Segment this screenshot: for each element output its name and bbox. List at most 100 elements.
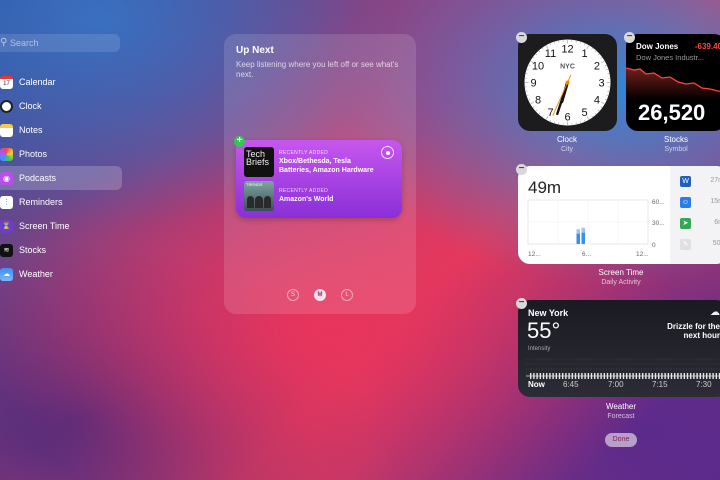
remove-widget-button[interactable]: − <box>516 298 527 309</box>
search-field[interactable]: ⚲ <box>0 34 120 52</box>
widget-sub: Forecast <box>607 413 635 420</box>
app-usage-row: ✎ 50s <box>678 239 720 251</box>
panel-title: Up Next <box>236 45 274 56</box>
widget-sub: City <box>560 146 574 153</box>
size-medium-button[interactable]: M <box>314 289 326 301</box>
add-widget-button[interactable]: + <box>234 136 245 147</box>
clock-face: 1234567891011 12NYC <box>524 39 611 126</box>
app-usage-time: 6m <box>714 219 720 226</box>
widget-name: Clock <box>556 135 577 144</box>
widget-sub: Daily Activity <box>601 279 641 286</box>
sidebar-item-photos[interactable]: Photos <box>0 142 122 166</box>
precipitation-bar <box>616 373 618 379</box>
done-button[interactable]: Done <box>605 433 637 447</box>
clock-widget[interactable]: 1 2 3 4 5 6 7 8 9 10 11 12 NYC <box>518 34 617 131</box>
precipitation-bar <box>702 373 705 379</box>
sidebar-item-label: Stocks <box>19 245 47 255</box>
precipitation-bar <box>715 373 717 379</box>
precipitation-bar <box>568 373 570 379</box>
precipitation-bar <box>574 373 577 379</box>
y-axis-label: 60... <box>652 199 665 206</box>
precipitation-bar <box>610 373 612 379</box>
clock-numeral: 2 <box>594 61 600 73</box>
precipitation-bar <box>533 373 535 379</box>
textedit-icon: ✎ <box>680 239 691 250</box>
sidebar-item-screen-time[interactable]: ⌛ Screen Time <box>0 214 122 238</box>
precipitation-bar <box>654 373 657 379</box>
stocks-icon: ≋ <box>0 243 13 257</box>
precipitation-bar <box>674 373 676 379</box>
precipitation-bar <box>622 373 625 379</box>
precipitation-bar <box>645 373 647 379</box>
usage-bar-segment <box>581 227 585 233</box>
stocks-caption: Stocks Symbol <box>626 135 720 155</box>
podcasts-widget[interactable]: Tech Briefs RECENTLY ADDED Xbox/Bethesda… <box>236 140 402 218</box>
clock-numeral: 1 <box>581 48 587 60</box>
search-input[interactable] <box>10 36 110 50</box>
sidebar-item-label: Calendar <box>19 77 56 87</box>
clock-numeral: 12 <box>561 44 573 56</box>
weather-city: New York <box>528 308 569 318</box>
size-large-button[interactable]: L <box>341 289 353 301</box>
precipitation-bar <box>677 373 679 379</box>
screen-time-chart: 60...30...012... 6... 12... <box>527 199 665 258</box>
episode-tag: RECENTLY ADDED <box>279 188 329 194</box>
precipitation-bar <box>635 373 637 379</box>
widget-sub: Symbol <box>664 146 688 153</box>
precipitation-bar <box>590 373 593 379</box>
sidebar-item-notes[interactable]: Notes <box>0 118 122 142</box>
usage-bar-segment <box>576 229 580 234</box>
screen-time-widget[interactable]: 49m 60...30...012...6...12... W27m☺15m➤6… <box>518 166 720 264</box>
podcast-artwork: Tech Briefs <box>244 147 274 177</box>
screen-time-total: 49m <box>528 178 562 197</box>
maps-icon: ➤ <box>680 218 691 229</box>
sidebar-item-stocks[interactable]: ≋ Stocks <box>0 238 122 262</box>
remove-widget-button[interactable]: − <box>516 32 527 43</box>
intensity-label: Intensity <box>528 346 551 352</box>
stock-name: Dow Jones <box>636 42 679 51</box>
podcasts-icon: ◉ <box>0 171 13 185</box>
precipitation-bar <box>683 373 685 379</box>
x-axis-label: 6... <box>582 251 591 258</box>
precipitation-bar <box>613 373 615 379</box>
precipitation-bar <box>562 373 564 379</box>
precipitation-bar <box>712 373 714 379</box>
time-label: Now <box>528 380 545 389</box>
x-axis-label: 12... <box>636 251 649 258</box>
precipitation-bar <box>661 373 663 379</box>
precipitation-bar <box>565 373 567 379</box>
search-icon: ⚲ <box>0 37 8 48</box>
stocks-widget[interactable]: Dow Jones -639.40 Dow Jones Industr... 2… <box>626 34 720 131</box>
stock-change: -639.40 <box>694 42 720 51</box>
precipitation-bar <box>696 373 698 379</box>
sidebar-item-weather[interactable]: ☁ Weather <box>0 262 122 286</box>
precipitation-bar <box>571 373 573 379</box>
screen-time-caption: Screen Time Daily Activity <box>571 268 671 288</box>
precipitation-bar <box>558 373 561 379</box>
app-usage-row: ➤ 6m <box>678 218 720 230</box>
cloud-rain-icon: ☁ <box>710 307 720 318</box>
precipitation-bar <box>555 373 557 379</box>
x-axis-label: 12... <box>528 251 541 258</box>
precipitation-bar <box>638 373 641 379</box>
sidebar-item-reminders[interactable]: ⋮ Reminders <box>0 190 122 214</box>
clock-city-label: NYC <box>560 64 575 71</box>
sidebar-item-clock[interactable]: Clock <box>0 94 122 118</box>
remove-widget-button[interactable]: − <box>516 164 527 175</box>
remove-widget-button[interactable]: − <box>624 32 635 43</box>
screen-time-icon: ⌛ <box>0 219 13 233</box>
clock-numeral: 10 <box>532 61 544 73</box>
app-usage-time: 15m <box>710 198 720 205</box>
weather-widget[interactable]: New York 55° ☁ Drizzle for the next hour… <box>518 300 720 397</box>
size-small-button[interactable]: S <box>287 289 299 301</box>
notes-icon <box>0 123 13 137</box>
precipitation-bar <box>581 373 583 379</box>
precipitation-bar <box>680 373 682 379</box>
sidebar-item-calendar[interactable]: 17 Calendar <box>0 70 122 94</box>
sidebar-item-podcasts[interactable]: ◉ Podcasts <box>0 166 122 190</box>
sidebar-item-label: Screen Time <box>19 221 70 231</box>
precipitation-bar <box>536 373 538 379</box>
precipitation-bar <box>667 373 669 379</box>
precipitation-bar <box>542 373 545 379</box>
y-axis-label: 0 <box>652 242 656 249</box>
